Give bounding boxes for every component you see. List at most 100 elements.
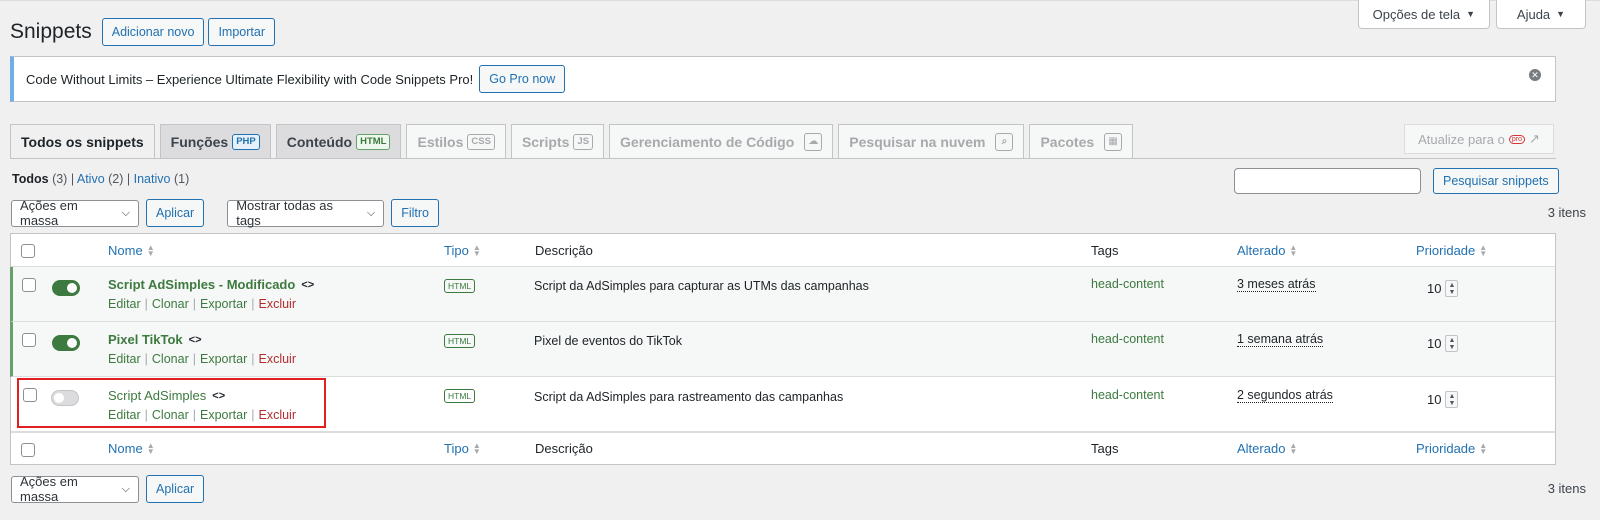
column-description: Descrição [535,243,593,258]
snippet-type-tabs: Todos os snippets Funções PHP Conteúdo H… [10,124,1134,159]
go-pro-button[interactable]: Go Pro now [479,65,566,93]
php-badge: PHP [232,133,260,150]
dismiss-icon[interactable]: ✕ [1529,69,1541,81]
table-row: Script AdSimples - Modificado <> Editar |… [10,267,1555,322]
filter-inactive[interactable]: Inativo [134,172,171,186]
stepper-icon[interactable]: ▲ ▼ [1445,280,1459,297]
filter-all-count: (3) [52,172,68,186]
tab-scripts[interactable]: Scripts JS [510,124,605,158]
type-badge: HTML [444,334,476,348]
sort-icon: ▲ ▼ [146,242,155,258]
help-button[interactable]: Ajuda ▼ [1496,0,1586,29]
filter-active[interactable]: Ativo [77,172,105,186]
delete-link[interactable]: Excluir [258,352,296,366]
row-checkbox[interactable] [22,333,36,347]
column-name[interactable]: Nome ▲ ▼ [108,441,155,456]
import-button[interactable]: Importar [208,18,275,46]
column-priority[interactable]: Prioridade ▲ ▼ [1416,441,1487,456]
bulk-actions-bottom: Ações em massa ⌵ Aplicar [11,474,205,504]
type-badge: HTML [444,279,476,293]
highlight-box [17,378,326,428]
edit-link[interactable]: Editar [108,352,141,366]
priority-field[interactable]: 10 ▲ ▼ [1427,280,1459,297]
column-tags: Tags [1091,441,1119,456]
priority-value: 10 [1427,281,1442,296]
column-description: Descrição [535,441,593,456]
delete-link[interactable]: Excluir [258,297,296,311]
tab-label: Pacotes [1040,133,1095,150]
upgrade-button[interactable]: Atualize para o pro ↗ [1404,124,1554,154]
filter-all[interactable]: Todos [12,172,49,186]
item-count-top: 3 itens [1547,205,1586,220]
column-priority[interactable]: Prioridade ▲ ▼ [1416,243,1487,258]
tab-code-management[interactable]: Gerenciamento de Código ☁ [609,124,834,158]
stepper-icon[interactable]: ▲ ▼ [1445,391,1459,408]
code-icon: <> [301,278,315,291]
page-title: Snippets [10,20,92,43]
column-modified[interactable]: Alterado ▲ ▼ [1237,243,1297,258]
apply-button[interactable]: Aplicar [146,199,205,227]
tags-select-value: Mostrar todas as tags [236,198,334,228]
screen-options-button[interactable]: Opções de tela ▼ [1357,0,1490,29]
row-checkbox[interactable] [22,278,36,292]
priority-field[interactable]: 10 ▲ ▼ [1427,391,1459,408]
bulk-actions-top: Ações em massa ⌵ Aplicar Mostrar todas a… [11,198,439,228]
tags-select[interactable]: Mostrar todas as tags ⌵ [227,198,385,228]
row-actions: Editar | Clonar | Exportar | Excluir [108,352,296,366]
snippet-tag[interactable]: head-content [1091,388,1164,402]
tab-content[interactable]: Conteúdo HTML [275,124,402,158]
bulk-actions-select[interactable]: Ações em massa ⌵ [11,198,139,228]
tab-label: Pesquisar na nuvem [849,133,986,150]
column-type[interactable]: Tipo ▲ ▼ [444,243,481,258]
clone-link[interactable]: Clonar [152,352,189,366]
add-new-button[interactable]: Adicionar novo [101,18,205,46]
apply-button[interactable]: Aplicar [146,475,205,503]
snippet-name-link[interactable]: Script AdSimples - Modificado <> [108,277,314,292]
export-link[interactable]: Exportar [200,352,247,366]
tab-functions[interactable]: Funções PHP [159,124,271,158]
tab-cloud-search[interactable]: Pesquisar na nuvem ⌕ [838,124,1025,158]
tab-styles[interactable]: Estilos CSS [406,124,506,158]
edit-link[interactable]: Editar [108,297,141,311]
snippet-tag[interactable]: head-content [1091,277,1164,291]
modified-time: 2 segundos atrás [1237,388,1333,403]
column-type-label: Tipo [444,243,469,258]
pro-badge: pro [1508,134,1525,144]
help-label: Ajuda [1516,6,1551,22]
snippet-tag[interactable]: head-content [1091,332,1164,346]
export-link[interactable]: Exportar [200,297,247,311]
snippet-active-toggle[interactable] [52,335,80,351]
tab-all-snippets[interactable]: Todos os snippets [10,124,155,159]
clone-link[interactable]: Clonar [152,297,189,311]
search-box: Pesquisar snippets [1234,168,1559,194]
page-heading: Snippets Adicionar novo Importar [10,18,275,46]
stepper-icon[interactable]: ▲ ▼ [1445,335,1459,352]
search-input[interactable] [1234,168,1421,194]
column-modified[interactable]: Alterado ▲ ▼ [1237,441,1297,456]
tabs-divider [10,158,1556,159]
search-snippets-button[interactable]: Pesquisar snippets [1433,168,1559,194]
chevron-down-icon: ⌵ [121,206,130,219]
notice-message: Code Without Limits – Experience Ultimat… [26,71,474,87]
sort-icon: ▲ ▼ [1479,440,1488,456]
sort-icon: ▲ ▼ [1289,440,1298,456]
select-all-checkbox[interactable] [21,443,35,457]
snippet-name-link[interactable]: Pixel TikTok <> [108,332,202,347]
bulk-actions-select[interactable]: Ações em massa ⌵ [11,474,139,504]
sort-icon: ▲ ▼ [472,242,481,258]
snippet-active-toggle[interactable] [52,280,80,296]
column-modified-label: Alterado [1237,441,1286,456]
column-priority-label: Prioridade [1416,243,1476,258]
select-all-checkbox[interactable] [21,244,35,258]
filter-active-count: (2) [108,172,124,186]
search-icon: ⌕ [995,132,1014,151]
column-type[interactable]: Tipo ▲ ▼ [444,441,481,456]
tab-label: Gerenciamento de Código [620,133,795,150]
status-filters: Todos (3) | Ativo (2) | Inativo (1) [12,172,190,186]
column-type-label: Tipo [444,441,469,456]
priority-field[interactable]: 10 ▲ ▼ [1427,335,1459,352]
tab-bundles[interactable]: Pacotes ▦ [1029,124,1134,158]
filter-button[interactable]: Filtro [391,199,439,227]
priority-value: 10 [1427,336,1442,351]
column-name[interactable]: Nome ▲ ▼ [108,243,155,258]
